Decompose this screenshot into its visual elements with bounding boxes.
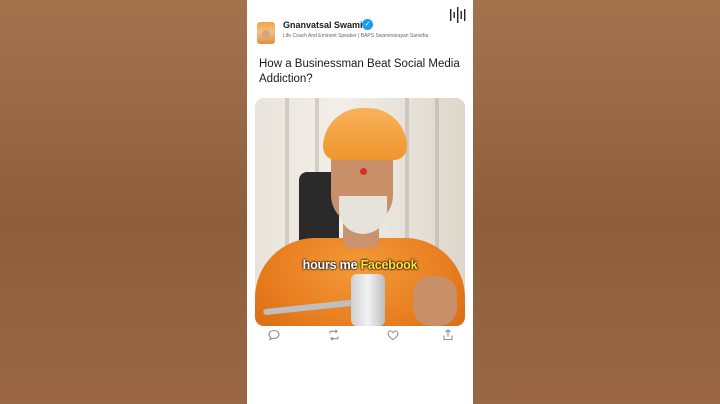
caption-text: hours me <box>302 258 361 272</box>
avatar[interactable] <box>257 22 275 44</box>
hand <box>413 276 457 326</box>
turban <box>323 108 407 160</box>
verified-badge-icon: ✓ <box>362 19 373 30</box>
repost-icon[interactable] <box>327 328 341 342</box>
sound-wave-icon[interactable] <box>449 6 467 24</box>
blurred-background-right <box>473 0 720 404</box>
author-subtitle: Life Coach And Eminent Speaker | BAPS Sw… <box>283 33 429 39</box>
action-bar <box>247 328 473 344</box>
post-title: How a Businessman Beat Social Media Addi… <box>259 58 460 85</box>
microphone-icon <box>351 274 385 326</box>
post-card: Gnanvatsal Swami ✓ Life Coach And Eminen… <box>247 0 473 404</box>
blurred-background-left <box>0 0 247 404</box>
comment-icon[interactable] <box>267 328 281 342</box>
caption-highlight: Facebook <box>360 258 418 272</box>
heart-icon[interactable] <box>386 328 400 342</box>
author-name[interactable]: Gnanvatsal Swami <box>283 20 363 30</box>
share-icon[interactable] <box>441 328 455 342</box>
video-frame[interactable]: hours me Facebook <box>255 98 465 326</box>
video-caption: hours me Facebook <box>255 258 465 272</box>
